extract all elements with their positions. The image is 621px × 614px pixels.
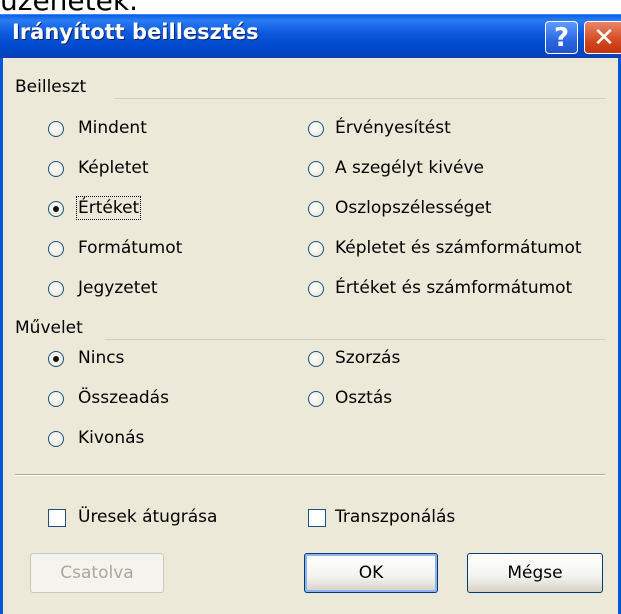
- radio-divide-label[interactable]: Osztás: [335, 388, 392, 408]
- radio-column-widths-label[interactable]: Oszlopszélességet: [335, 198, 492, 218]
- radio-subtract-label[interactable]: Kivonás: [78, 428, 144, 448]
- radio-none-label[interactable]: Nincs: [78, 348, 124, 368]
- window-left-border: [0, 58, 3, 614]
- radio-validation-label[interactable]: Érvényesítést: [335, 118, 451, 138]
- radio-comments[interactable]: [48, 281, 64, 297]
- radio-all[interactable]: [48, 121, 64, 137]
- radio-values[interactable]: [48, 201, 64, 217]
- transpose-checkbox[interactable]: [308, 509, 326, 527]
- radio-all-except-borders-label[interactable]: A szegélyt kivéve: [335, 158, 484, 178]
- paste-group-line: [115, 98, 605, 99]
- radio-formulas-and-number-formats[interactable]: [308, 241, 324, 257]
- help-button[interactable]: ?: [545, 21, 578, 54]
- radio-validation[interactable]: [308, 121, 324, 137]
- radio-add[interactable]: [48, 391, 64, 407]
- radio-none[interactable]: [48, 351, 64, 367]
- radio-add-label[interactable]: Összeadás: [78, 388, 169, 408]
- paste-special-dialog: Irányított beillesztés ? ✕ Beilleszt Min…: [0, 14, 621, 614]
- transpose-label[interactable]: Transzponálás: [335, 507, 455, 527]
- radio-formats[interactable]: [48, 241, 64, 257]
- radio-multiply-label[interactable]: Szorzás: [335, 348, 400, 368]
- radio-comments-label[interactable]: Jegyzetet: [78, 278, 158, 298]
- close-icon: ✕: [593, 22, 615, 53]
- dialog-title: Irányított beillesztés: [12, 20, 259, 44]
- radio-formats-label[interactable]: Formátumot: [78, 238, 182, 258]
- paste-link-button[interactable]: Csatolva: [30, 553, 164, 593]
- cancel-button[interactable]: Mégse: [467, 553, 603, 593]
- paste-group-label: Beilleszt: [15, 77, 87, 97]
- close-button[interactable]: ✕: [584, 21, 621, 54]
- help-icon: ?: [553, 22, 570, 53]
- radio-values-and-number-formats[interactable]: [308, 281, 324, 297]
- radio-values-label[interactable]: Értéket: [75, 196, 142, 220]
- radio-all-except-borders[interactable]: [308, 161, 324, 177]
- radio-all-label[interactable]: Mindent: [78, 118, 147, 138]
- skip-blanks-checkbox[interactable]: [48, 509, 66, 527]
- operation-group-label: Művelet: [15, 318, 83, 338]
- radio-column-widths[interactable]: [308, 201, 324, 217]
- radio-formulas-and-number-formats-label[interactable]: Képletet és számformátumot: [335, 238, 582, 258]
- ok-button[interactable]: OK: [304, 553, 438, 593]
- title-bar[interactable]: Irányított beillesztés ? ✕: [0, 14, 621, 58]
- radio-subtract[interactable]: [48, 431, 64, 447]
- operation-group-line: [105, 339, 605, 340]
- radio-values-and-number-formats-label[interactable]: Értéket és számformátumot: [335, 278, 572, 298]
- radio-formulas-label[interactable]: Képletet: [78, 158, 149, 178]
- skip-blanks-label[interactable]: Üresek átugrása: [78, 507, 217, 527]
- radio-divide[interactable]: [308, 391, 324, 407]
- separator: [15, 474, 605, 476]
- radio-multiply[interactable]: [308, 351, 324, 367]
- radio-formulas[interactable]: [48, 161, 64, 177]
